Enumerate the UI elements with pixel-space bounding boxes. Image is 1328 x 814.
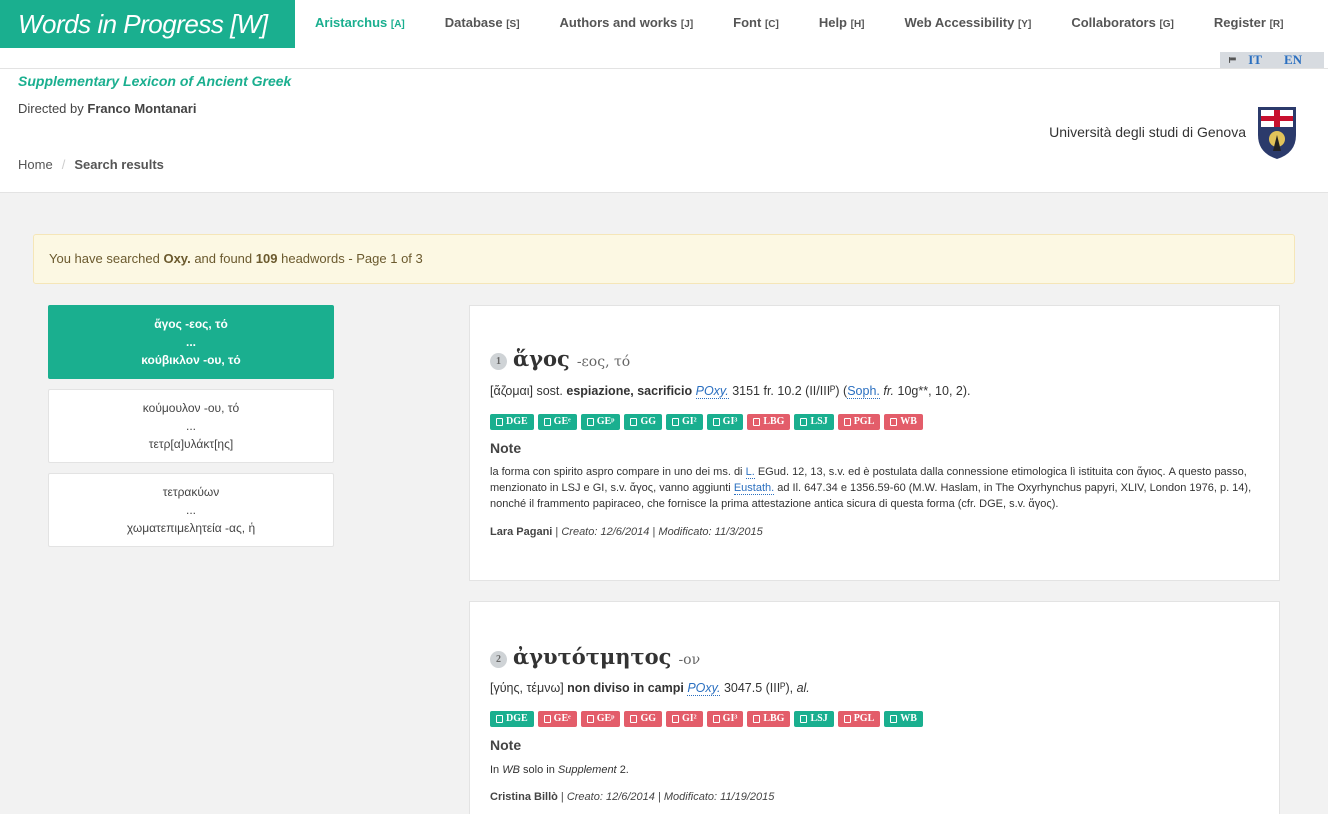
dict-badge[interactable]: GG <box>624 414 662 430</box>
lang-it-link[interactable]: IT <box>1248 52 1262 68</box>
dict-badge[interactable]: GG <box>624 711 662 727</box>
book-icon <box>843 418 851 426</box>
dict-badge[interactable]: GEᵉ <box>537 711 577 727</box>
brand-logo[interactable]: Words in Progress [W] <box>0 0 295 48</box>
flag-icon <box>1229 57 1236 63</box>
directed-by: Directed by Franco Montanari <box>18 101 197 116</box>
source-link[interactable]: L. <box>745 466 755 479</box>
note-heading: Note <box>490 737 522 753</box>
main-nav: Aristarchus [A] Database [S] Authors and… <box>295 0 1328 48</box>
dict-badge[interactable]: LSJ <box>794 711 834 727</box>
breadcrumb-current: Search results <box>74 157 164 172</box>
dict-badge[interactable]: WB <box>884 711 923 727</box>
book-icon <box>586 715 594 723</box>
source-link[interactable]: POxy. <box>687 681 721 696</box>
nav-font[interactable]: Font [C] <box>713 0 799 49</box>
book-icon <box>800 418 808 426</box>
page-range-1[interactable]: ἄγος -εος, τό... κούβικλον -ου, τό <box>48 305 334 379</box>
entry-grammar: -εος, τό <box>576 354 631 370</box>
search-result-alert: You have searched Oxy. and found 109 hea… <box>33 234 1295 284</box>
dict-badge[interactable]: PGL <box>837 711 881 727</box>
university-name: Università degli studi di Genova <box>1049 124 1246 140</box>
result-count: 109 <box>255 251 278 266</box>
book-icon <box>543 715 551 723</box>
entry-card: 2 ἀγυτότμητος -ον [γύης, τέμνω] non divi… <box>469 601 1280 814</box>
page-range-3[interactable]: τετρακύων... χωματεπιμελητεία -ας, ἡ <box>48 473 334 547</box>
book-icon <box>753 715 761 723</box>
entry-author: Cristina Billò <box>490 791 558 803</box>
dictionary-badges: DGE GEᵉ GEᵖ GG GI² GI³ LBG LSJ PGL WB <box>490 711 923 727</box>
breadcrumb: Home / Search results <box>18 157 164 172</box>
lang-en-link[interactable]: EN <box>1284 52 1302 68</box>
source-link[interactable]: POxy. <box>695 384 729 399</box>
book-icon <box>496 418 503 426</box>
note-heading: Note <box>490 440 522 456</box>
dict-badge[interactable]: GI² <box>666 711 703 727</box>
source-link[interactable]: Eustath. <box>733 482 775 495</box>
dict-badge[interactable]: GEᵖ <box>580 711 621 727</box>
book-icon <box>672 715 679 723</box>
language-switcher: IT EN <box>1220 52 1324 68</box>
nav-web-accessibility[interactable]: Web Accessibility [Y] <box>885 0 1052 49</box>
search-query: Oxy. <box>163 251 191 266</box>
top-navbar: Words in Progress [W] Aristarchus [A] Da… <box>0 0 1328 69</box>
nav-aristarchus[interactable]: Aristarchus [A] <box>295 0 425 49</box>
lexicon-title[interactable]: Supplementary Lexicon of Ancient Greek <box>18 73 291 89</box>
book-icon <box>586 418 594 426</box>
nav-collaborators[interactable]: Collaborators [G] <box>1051 0 1194 49</box>
dict-badge[interactable]: DGE <box>490 711 534 727</box>
book-icon <box>753 418 761 426</box>
entry-lemma[interactable]: ἀγυτότμητος <box>513 644 671 669</box>
nav-help[interactable]: Help [H] <box>799 0 885 49</box>
university-crest-icon <box>1258 107 1296 159</box>
entry-meta: Cristina Billò | Creato: 12/6/2014 | Mod… <box>490 791 775 803</box>
book-icon <box>890 418 898 426</box>
entry-definition: [γύης, τέμνω] non diviso in campi POxy. … <box>490 681 810 696</box>
source-link[interactable]: Soph. <box>847 384 880 399</box>
nav-authors-and-works[interactable]: Authors and works [J] <box>540 0 714 49</box>
book-icon <box>712 715 720 723</box>
entry-heading: 1 ἅγος -εος, τό <box>490 346 630 372</box>
dict-badge[interactable]: LBG <box>747 711 791 727</box>
entry-meta: Lara Pagani | Creato: 12/6/2014 | Modifi… <box>490 526 763 538</box>
dict-badge[interactable]: GI³ <box>706 414 744 430</box>
entry-card: 1 ἅγος -εος, τό [ἅζομαι] sost. espiazion… <box>469 305 1280 581</box>
dict-badge[interactable]: GEᵉ <box>537 414 577 430</box>
dict-badge[interactable]: GI² <box>666 414 703 430</box>
book-icon <box>543 418 551 426</box>
book-icon <box>672 418 679 426</box>
dict-badge[interactable]: GEᵖ <box>580 414 621 430</box>
entry-heading: 2 ἀγυτότμητος -ον <box>490 644 700 670</box>
page-header: Supplementary Lexicon of Ancient Greek D… <box>0 69 1328 193</box>
dict-badge[interactable]: LSJ <box>794 414 834 430</box>
book-icon <box>630 715 638 723</box>
book-icon <box>800 715 808 723</box>
entry-note: In WB solo in Supplement 2. <box>490 764 629 776</box>
dictionary-badges: DGE GEᵉ GEᵖ GG GI² GI³ LBG LSJ PGL WB <box>490 414 923 430</box>
dict-badge[interactable]: PGL <box>837 414 881 430</box>
dict-badge[interactable]: DGE <box>490 414 534 430</box>
dict-badge[interactable]: GI³ <box>706 711 744 727</box>
page-range-2[interactable]: κούμουλον -ου, τό... τετρ[α]υλάκτ[ης] <box>48 389 334 463</box>
entry-definition: [ἅζομαι] sost. espiazione, sacrificio PO… <box>490 384 971 399</box>
entry-number: 1 <box>490 353 507 370</box>
entry-note: la forma con spirito aspro compare in un… <box>490 466 1252 510</box>
book-icon <box>630 418 638 426</box>
nav-register[interactable]: Register [R] <box>1194 0 1304 49</box>
dict-badge[interactable]: WB <box>884 414 923 430</box>
entry-number: 2 <box>490 651 507 668</box>
breadcrumb-home[interactable]: Home <box>18 157 53 172</box>
entry-grammar: -ον <box>678 652 701 668</box>
director-name: Franco Montanari <box>87 101 197 116</box>
entry-author: Lara Pagani <box>490 526 553 538</box>
dict-badge[interactable]: LBG <box>747 414 791 430</box>
book-icon <box>712 418 720 426</box>
nav-database[interactable]: Database [S] <box>425 0 540 49</box>
entry-lemma[interactable]: ἅγος <box>513 346 570 371</box>
book-icon <box>843 715 851 723</box>
book-icon <box>890 715 898 723</box>
book-icon <box>496 715 503 723</box>
